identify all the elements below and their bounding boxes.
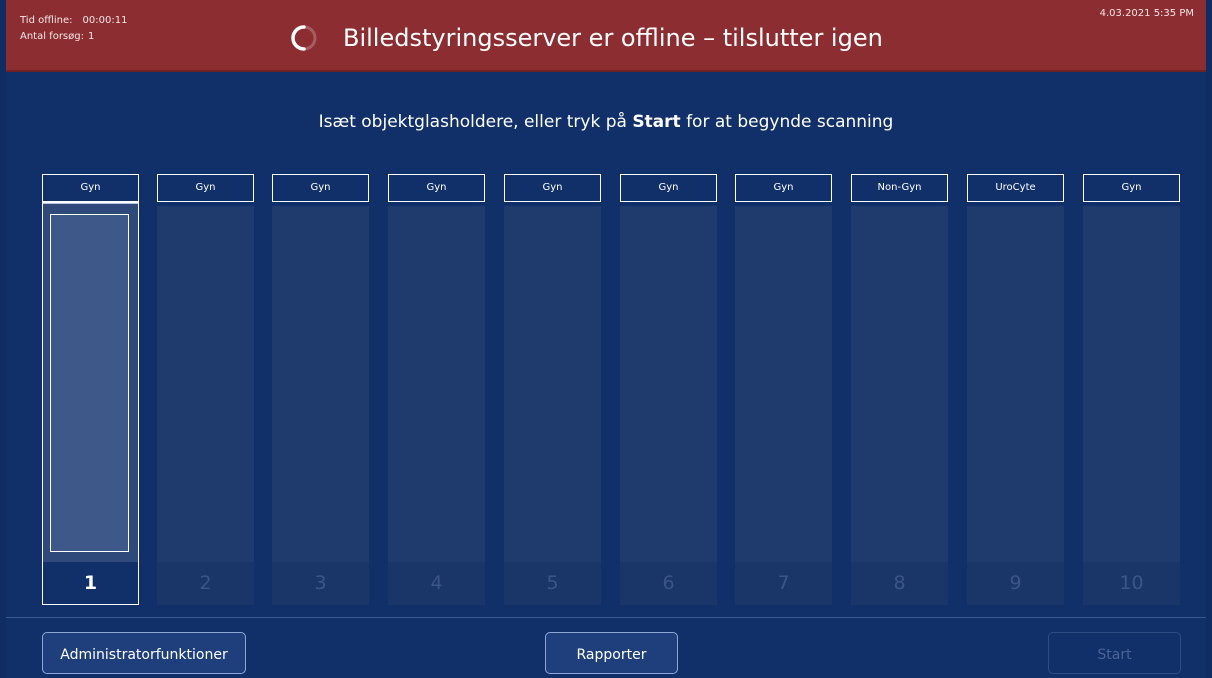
slot-8[interactable]: Non-Gyn 8 [851,174,948,605]
slot-1[interactable]: Gyn 1 [42,174,139,605]
slot-body [42,202,139,562]
slot-number: 9 [967,562,1064,605]
slot-2[interactable]: Gyn 2 [157,174,254,605]
offline-time-label: Tid offline: [20,15,73,26]
slot-type-label[interactable]: Gyn [735,174,832,202]
admin-functions-button[interactable]: Administratorfunktioner [42,632,246,674]
instruction-text: Isæt objektglasholdere, eller tryk på St… [0,112,1212,132]
loading-spinner-icon [291,25,317,51]
slot-number: 3 [272,562,369,605]
slot-body [272,206,369,562]
offline-time-value: 00:00:11 [82,15,128,26]
slot-body [851,206,948,562]
instruction-start-word: Start [632,112,681,132]
slot-number: 5 [504,562,601,605]
attempts-value: 1 [87,31,95,42]
attempts-label: Antal forsøg: [20,31,84,42]
slot-number: 10 [1083,562,1180,605]
slot-body [1083,206,1180,562]
slot-body [157,206,254,562]
instruction-before: Isæt objektglasholdere, eller tryk på [318,112,633,132]
slot-10[interactable]: Gyn 10 [1083,174,1180,605]
slot-body [620,206,717,562]
slot-type-label[interactable]: Non-Gyn [851,174,948,202]
slot-3[interactable]: Gyn 3 [272,174,369,605]
slot-4[interactable]: Gyn 4 [388,174,485,605]
slot-number: 7 [735,562,832,605]
slot-type-label[interactable]: Gyn [504,174,601,202]
slot-number: 8 [851,562,948,605]
slot-number: 1 [42,562,139,605]
instruction-after: for at begynde scanning [680,112,894,132]
slot-body [388,206,485,562]
slot-body [504,206,601,562]
timestamp: 4.03.2021 5:35 PM [1099,8,1194,19]
offline-info: Tid offline: 00:00:11 Antal forsøg: 1 [20,13,127,45]
slot-body [735,206,832,562]
slot-7[interactable]: Gyn 7 [735,174,832,605]
reports-button[interactable]: Rapporter [545,632,678,674]
slide-holder [50,214,129,552]
offline-banner: Tid offline: 00:00:11 Antal forsøg: 1 Bill… [6,0,1206,72]
start-button[interactable]: Start [1048,632,1181,674]
slot-number: 2 [157,562,254,605]
slot-number: 6 [620,562,717,605]
slot-type-label[interactable]: UroCyte [967,174,1064,202]
slot-type-label[interactable]: Gyn [272,174,369,202]
slot-5[interactable]: Gyn 5 [504,174,601,605]
slot-number: 4 [388,562,485,605]
slot-type-label[interactable]: Gyn [42,174,139,202]
slot-body [967,206,1064,562]
slot-type-label[interactable]: Gyn [388,174,485,202]
slot-6[interactable]: Gyn 6 [620,174,717,605]
slot-9[interactable]: UroCyte 9 [967,174,1064,605]
footer-divider [6,617,1206,618]
banner-title: Billedstyringsserver er offline – tilslu… [343,24,883,52]
slot-type-label[interactable]: Gyn [157,174,254,202]
slot-type-label[interactable]: Gyn [1083,174,1180,202]
slot-type-label[interactable]: Gyn [620,174,717,202]
